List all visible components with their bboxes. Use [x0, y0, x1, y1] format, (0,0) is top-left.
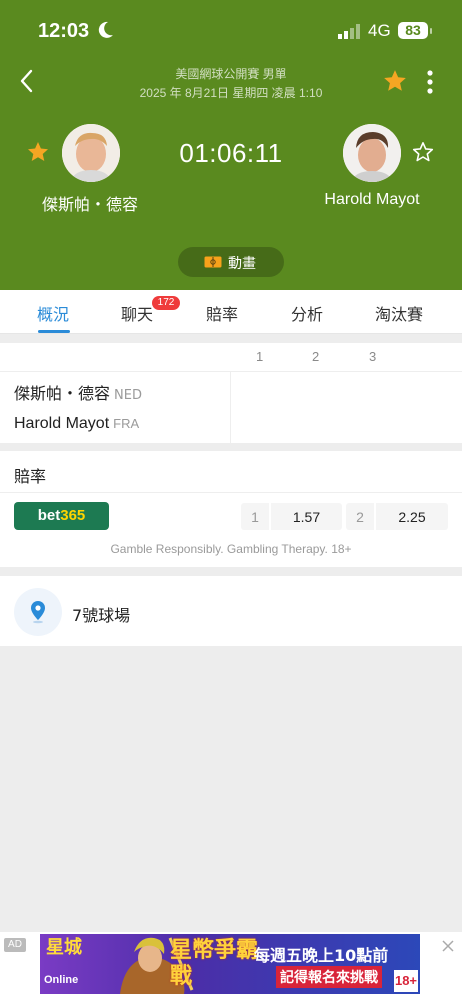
bet365-logo[interactable]: bet365: [14, 502, 109, 530]
more-options-icon[interactable]: [420, 68, 440, 96]
bookmaker-accent: 365: [60, 507, 86, 524]
odds-section: 賠率 bet365 1 1.57 2 2.25 Gamble Responsib…: [0, 451, 462, 567]
set-header-1: 1: [256, 349, 264, 364]
animation-button[interactable]: 動畫: [178, 247, 284, 277]
divider: [0, 492, 462, 493]
ad-line-2: 記得報名來挑戰: [276, 966, 382, 988]
divider: [230, 371, 231, 443]
ad-line-1: 每週五晚上10點前: [254, 946, 389, 965]
away-player-avatar[interactable]: [343, 124, 401, 182]
home-player-country: NED: [114, 388, 142, 403]
scoreboard: 1 2 3 傑斯帕・德容 NED Harold Mayot FRA: [0, 343, 462, 443]
bookmaker-name: bet: [37, 507, 61, 524]
active-tab-indicator: [38, 330, 70, 333]
ad-age-rating: 18+: [394, 970, 418, 992]
ad-banner[interactable]: 星城 Online 星幣爭霸戰 每週五晚上10點前 記得報名來挑戰 18+: [40, 934, 420, 994]
away-player-country: FRA: [113, 416, 140, 431]
set-header-2: 2: [312, 349, 320, 364]
home-player-name[interactable]: 傑斯帕・德容: [30, 191, 150, 215]
ad-logo-sub: Online: [44, 974, 79, 986]
status-time: 12:03: [38, 20, 90, 42]
ad-game-title: 星幣爭霸戰: [170, 938, 259, 989]
network-type: 4G: [368, 21, 391, 40]
venue-row[interactable]: 7號球場: [0, 576, 462, 646]
odds-option-2[interactable]: 2 2.25: [346, 503, 448, 530]
odds-option-1-label: 1: [251, 509, 259, 525]
ad-bar: AD 星城 Online 星幣爭霸戰 每週五晚上10點前 記得報名來挑戰 18+: [0, 932, 462, 1000]
battery-indicator: 83: [398, 22, 432, 39]
odds-option-2-value: 2.25: [398, 509, 426, 525]
venue-icon-circle: [14, 588, 62, 636]
animation-label: 動畫: [228, 256, 256, 272]
signal-icon: [338, 24, 360, 39]
set-header-3: 3: [369, 349, 377, 364]
tab-odds[interactable]: 賠率: [206, 301, 238, 325]
home-player-row: 傑斯帕・德容 NED: [14, 380, 142, 404]
tab-analysis[interactable]: 分析: [291, 301, 323, 325]
away-player-row: Harold Mayot FRA: [14, 415, 139, 433]
away-player-name[interactable]: Harold Mayot: [310, 191, 434, 209]
court-icon: [204, 256, 222, 268]
tab-bar: 概況 聊天 172 賠率 分析 淘汰賽: [0, 290, 462, 334]
tab-knockout[interactable]: 淘汰賽: [375, 301, 423, 325]
close-icon[interactable]: [440, 938, 456, 954]
away-player-row-name: Harold Mayot: [14, 415, 110, 432]
home-player-row-name: 傑斯帕・德容: [14, 384, 111, 403]
moon-icon: [98, 21, 113, 38]
tab-chat[interactable]: 聊天: [121, 301, 153, 325]
chat-count-badge: 172: [152, 296, 180, 310]
venue-name: 7號球場: [72, 606, 131, 625]
status-bar: 12:03 4G 83: [0, 0, 462, 60]
location-pin-icon: [31, 601, 45, 624]
away-favorite-star-outline-icon[interactable]: [411, 140, 435, 164]
odds-option-1[interactable]: 1 1.57: [241, 503, 342, 530]
odds-option-2-label: 2: [356, 509, 364, 525]
ad-tag: AD: [4, 938, 26, 952]
favorite-star-icon[interactable]: [382, 68, 408, 94]
divider: [0, 371, 462, 372]
gamble-disclaimer: Gamble Responsibly. Gambling Therapy. 18…: [110, 542, 352, 556]
tab-overview[interactable]: 概況: [37, 301, 69, 325]
match-header: 12:03 4G 83 美國網球公開賽 男單 2025 年 8月21日 星期四 …: [0, 0, 462, 290]
odds-title: 賠率: [14, 467, 47, 486]
odds-option-1-value: 1.57: [292, 509, 321, 525]
